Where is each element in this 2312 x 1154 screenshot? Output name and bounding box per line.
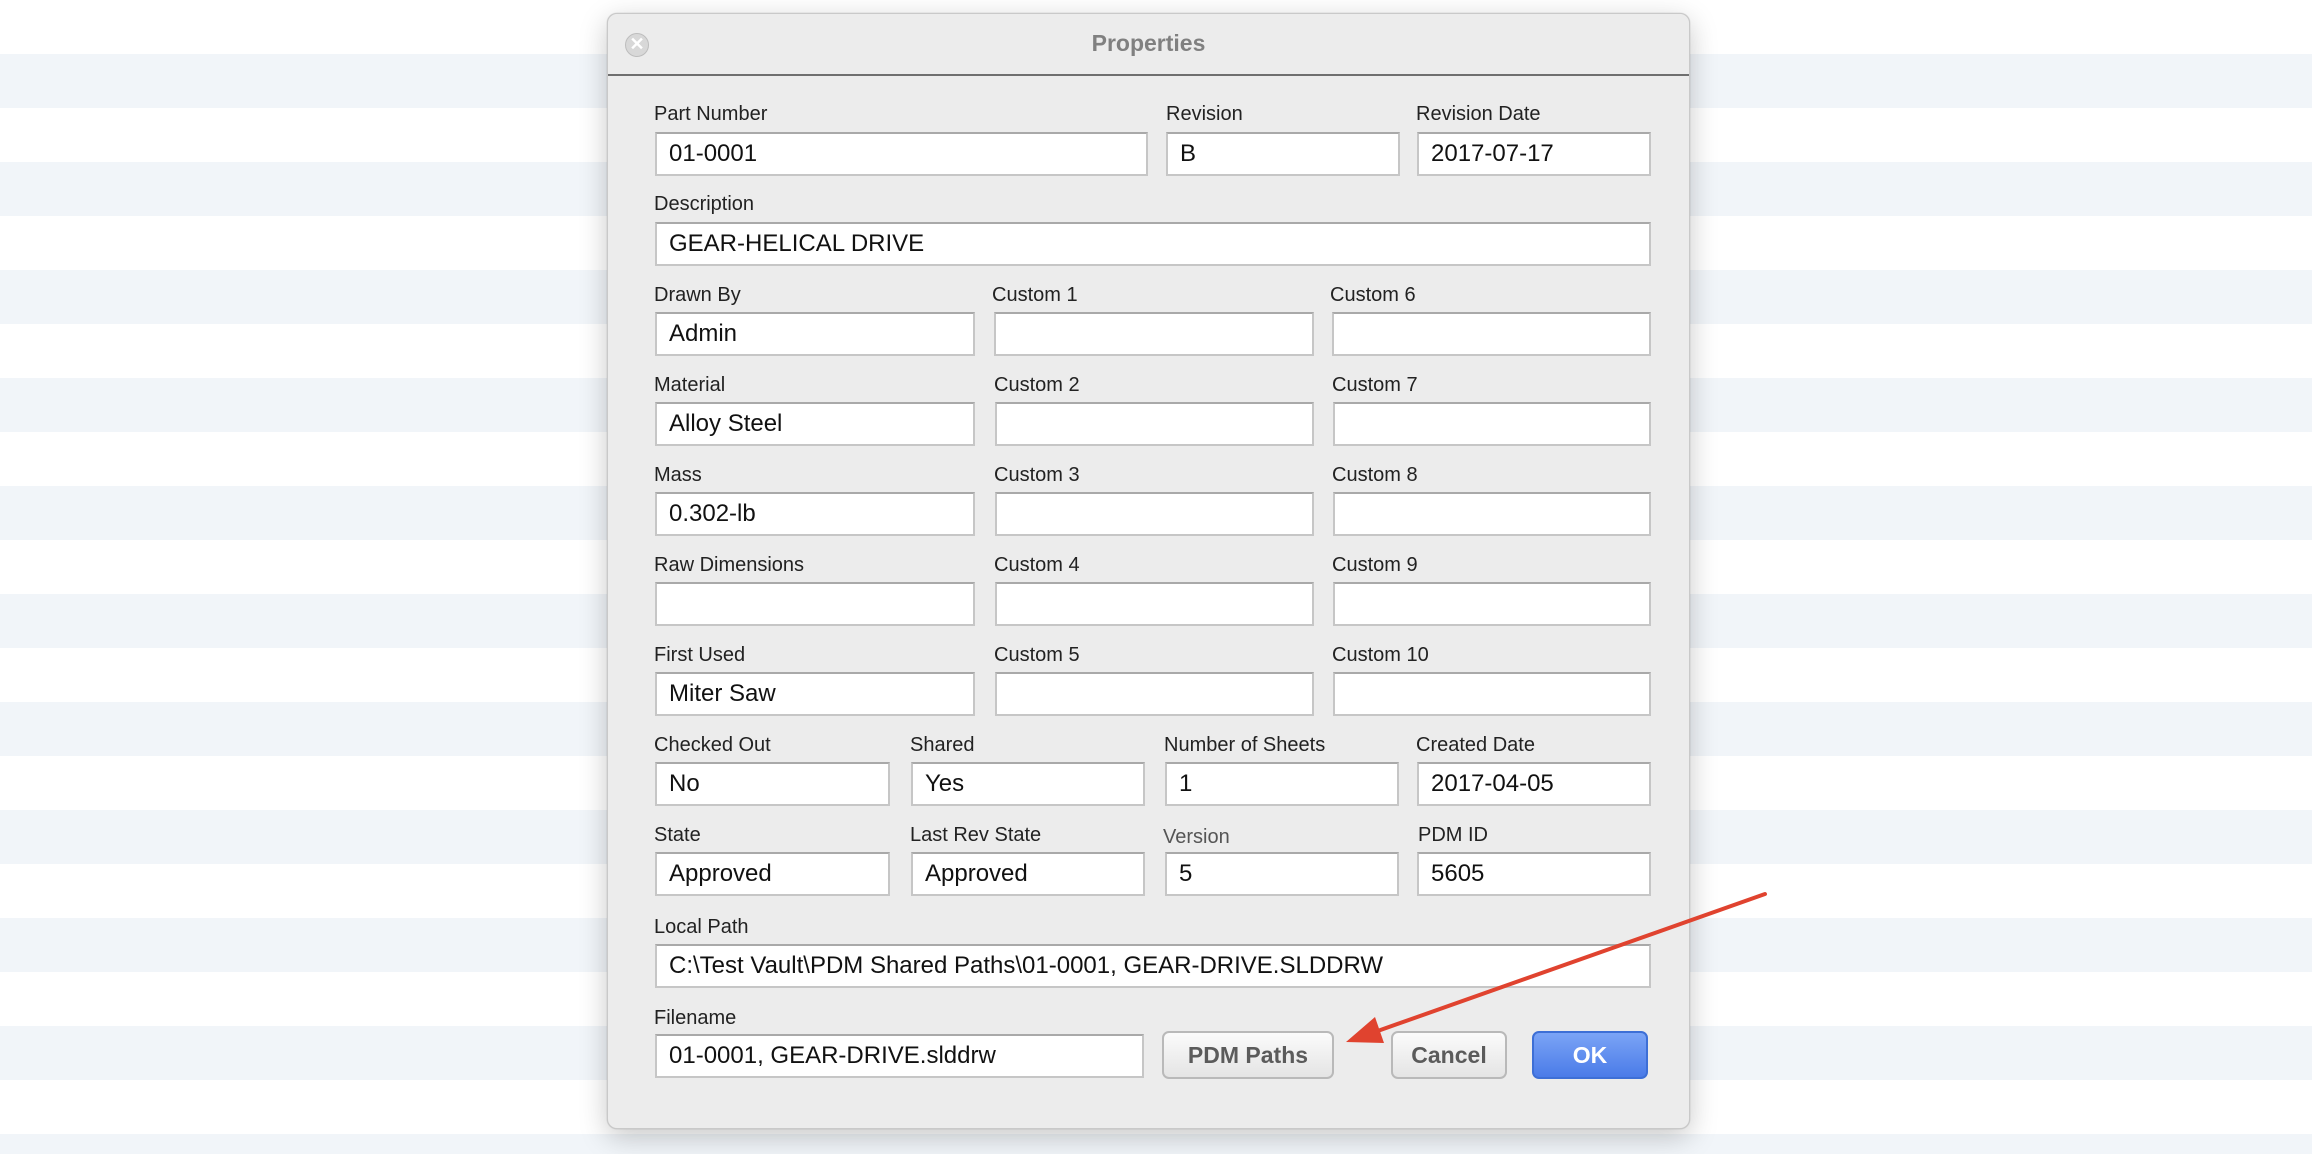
red-arrow-annotation	[1346, 892, 1767, 1043]
